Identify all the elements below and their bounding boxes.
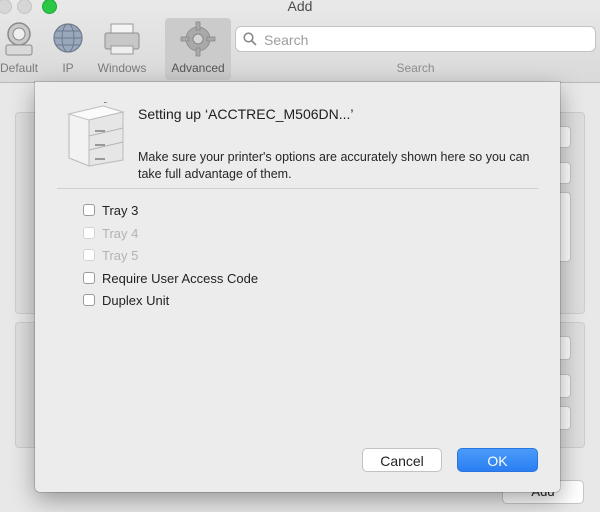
tray-5-checkbox: [83, 249, 95, 261]
dialog-description: Make sure your printer's options are acc…: [138, 150, 530, 181]
ok-button[interactable]: OK: [457, 448, 538, 472]
gear-icon: [179, 20, 217, 61]
divider: [57, 188, 538, 189]
option-label: Tray 3: [102, 202, 139, 218]
option-require-access-code[interactable]: Require User Access Code: [83, 269, 258, 287]
option-label: Tray 4: [102, 225, 139, 241]
option-tray-4: Tray 4: [83, 224, 138, 242]
tray-3-checkbox[interactable]: [83, 204, 95, 216]
printer-icon: [63, 94, 127, 173]
toolbar-advanced-label: Advanced: [171, 61, 225, 75]
default-printer-icon: [0, 20, 38, 61]
search-input[interactable]: [262, 30, 586, 50]
search-icon: [243, 32, 257, 51]
duplex-unit-checkbox[interactable]: [83, 294, 95, 306]
option-tray-3[interactable]: Tray 3: [83, 201, 138, 219]
dialog-title: Setting up ‘ACCTREC_M506DN...’: [138, 106, 354, 122]
option-label: Duplex Unit: [102, 292, 170, 308]
tray-4-checkbox: [83, 227, 95, 239]
toolbar-windows-label: Windows: [97, 61, 147, 75]
search-caption: Search: [396, 61, 435, 75]
toolbar: Add Default IP Windows Advanced Search S…: [0, 0, 600, 83]
toolbar-ip-label: IP: [62, 61, 74, 75]
toolbar-windows-button[interactable]: Windows: [90, 18, 154, 80]
toolbar-default-label: Default: [0, 61, 39, 75]
window-title: Add: [287, 0, 313, 14]
option-label: Tray 5: [102, 247, 139, 263]
globe-icon: [51, 20, 85, 57]
option-tray-5: Tray 5: [83, 246, 138, 264]
option-label: Require User Access Code: [102, 270, 259, 286]
option-duplex-unit[interactable]: Duplex Unit: [83, 291, 169, 309]
cancel-button[interactable]: Cancel: [362, 448, 442, 472]
search-field[interactable]: [235, 26, 596, 52]
toolbar-advanced-button[interactable]: Advanced: [165, 18, 231, 80]
printer-setup-sheet: Setting up ‘ACCTREC_M506DN...’ Make sure…: [35, 82, 560, 492]
toolbar-default-button[interactable]: Default: [0, 18, 48, 80]
toolbar-ip-button[interactable]: IP: [50, 18, 86, 80]
require-access-code-checkbox[interactable]: [83, 272, 95, 284]
windows-printer-icon: [102, 20, 142, 59]
